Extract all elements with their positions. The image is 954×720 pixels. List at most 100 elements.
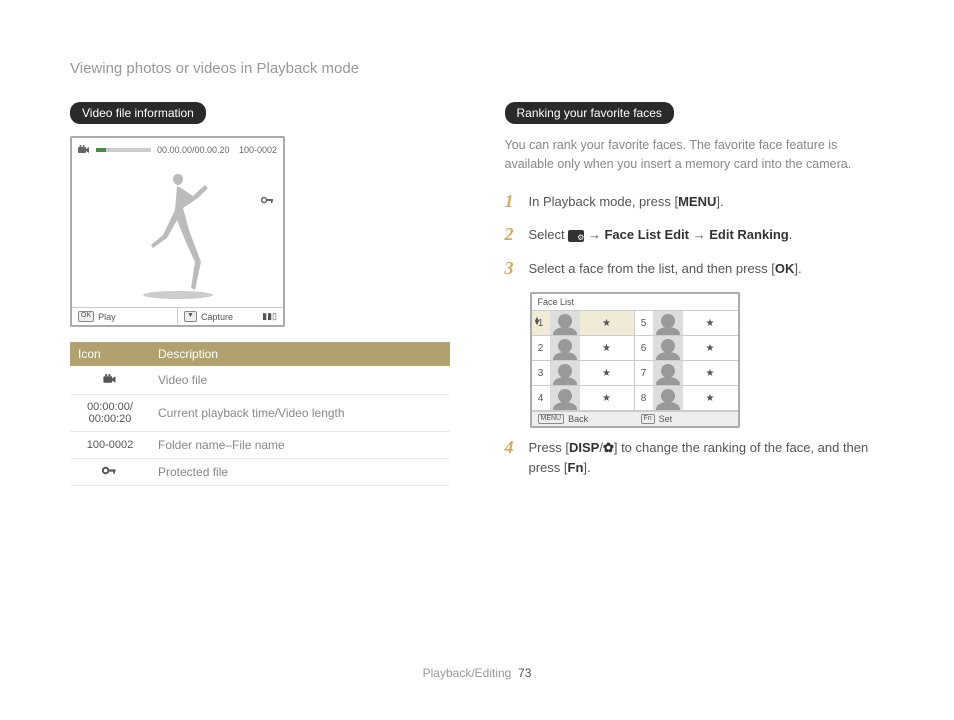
face-list-edit-label: Face List Edit	[604, 227, 689, 242]
star-icon: ★	[683, 368, 738, 379]
face-thumbnail	[550, 311, 580, 335]
updown-arrows-icon: ▲▼	[534, 318, 541, 328]
step-text: Select a face from the list, and then pr…	[529, 261, 775, 276]
step-text: ].	[583, 460, 590, 475]
dancer-figure	[133, 170, 223, 300]
menu-chip: MENU	[538, 414, 565, 424]
step-number: 1	[505, 192, 519, 210]
face-number: 7	[635, 368, 653, 379]
battery-icon: ▮▮▯	[262, 311, 277, 322]
table-row: Protected file	[70, 459, 450, 486]
face-number: 5	[635, 318, 653, 329]
section-pill-video-info: Video file information	[70, 102, 206, 124]
face-thumbnail	[653, 361, 683, 385]
macro-icon: ✿	[603, 440, 614, 455]
face-number: 6	[635, 343, 653, 354]
step-text: .	[789, 227, 793, 242]
face-thumbnail	[550, 336, 580, 360]
menu-button-label: MENU	[678, 194, 716, 209]
step-3: 3 Select a face from the list, and then …	[505, 259, 885, 279]
back-area: MENUBack	[532, 412, 635, 426]
face-list-item: 4★	[532, 386, 635, 411]
step-2: 2 Select → Face List Edit → Edit Ranking…	[505, 225, 885, 245]
star-icon: ★	[683, 343, 738, 354]
key-lock-icon	[261, 192, 275, 208]
step-number: 3	[505, 259, 519, 277]
star-icon: ★	[580, 318, 634, 329]
step-text: In Playback mode, press [	[529, 194, 679, 209]
right-column: Ranking your favorite faces You can rank…	[505, 102, 885, 491]
capture-button-area: ▼ Capture ▮▮▯	[178, 308, 283, 325]
page-footer: Playback/Editing 73	[0, 666, 954, 680]
ok-chip: OK	[78, 311, 94, 321]
step-text: ].	[794, 261, 801, 276]
page-number: 73	[518, 666, 531, 680]
row-desc: Current playback time/Video length	[150, 395, 450, 432]
set-area: Fn Set	[635, 412, 738, 426]
face-number: 3	[532, 368, 550, 379]
step-1: 1 In Playback mode, press [MENU].	[505, 192, 885, 212]
face-list-item: 5★	[635, 311, 738, 336]
page-header: Viewing photos or videos in Playback mod…	[70, 60, 884, 77]
face-number: 8	[635, 393, 653, 404]
face-thumbnail	[550, 361, 580, 385]
face-thumbnail	[653, 311, 683, 335]
ok-button-label: OK	[775, 261, 795, 276]
table-row: 100-0002 Folder name–File name	[70, 432, 450, 459]
set-label: Set	[659, 414, 673, 424]
icon-description-table: Icon Description Video file 00:00:00/ 00…	[70, 342, 450, 486]
row-desc: Folder name–File name	[150, 432, 450, 459]
edit-ranking-label: Edit Ranking	[709, 227, 788, 242]
star-icon: ★	[580, 343, 634, 354]
settings-icon	[568, 230, 584, 242]
star-icon: ★	[580, 368, 634, 379]
face-thumbnail	[653, 336, 683, 360]
key-icon	[102, 467, 118, 479]
face-list-item: 7★	[635, 361, 738, 386]
video-file-icon	[103, 372, 117, 388]
step-number: 4	[505, 438, 519, 456]
step-text: Select	[529, 227, 569, 242]
face-list-item: ▲▼ 1 ★	[532, 311, 635, 336]
file-text: 100-0002	[239, 145, 277, 155]
row-icon: 100-0002	[70, 432, 150, 459]
row-icon: 00:00:00/ 00:00:20	[70, 395, 150, 432]
video-icon	[78, 142, 90, 158]
face-thumbnail	[550, 386, 580, 410]
left-column: Video file information 00.00.00/00.00.20…	[70, 102, 450, 491]
step-number: 2	[505, 225, 519, 243]
face-list-panel: Face List ▲▼ 1 ★ 5★ 2★ 6★ 3★ 7★	[530, 292, 740, 428]
row-desc: Video file	[150, 366, 450, 395]
intro-paragraph: You can rank your favorite faces. The fa…	[505, 136, 885, 174]
face-list-item: 8★	[635, 386, 738, 411]
video-preview-panel: 00.00.00/00.00.20 100-0002 OK Play	[70, 136, 285, 327]
table-row: Video file	[70, 366, 450, 395]
progress-bar	[96, 148, 151, 152]
face-list-item: 2★	[532, 336, 635, 361]
time-text: 00.00.00/00.00.20	[157, 145, 230, 155]
face-thumbnail	[653, 386, 683, 410]
face-list-header: Face List	[532, 294, 738, 311]
face-list-item: 6★	[635, 336, 738, 361]
face-number: 2	[532, 343, 550, 354]
star-icon: ★	[683, 318, 738, 329]
fn-chip: Fn	[641, 414, 655, 424]
down-chip: ▼	[184, 311, 197, 321]
disp-button-label: DISP	[569, 440, 599, 455]
step-text: ].	[716, 194, 723, 209]
face-number: 4	[532, 393, 550, 404]
face-list-item: 3★	[532, 361, 635, 386]
play-button-area: OK Play	[72, 308, 178, 325]
star-icon: ★	[683, 393, 738, 404]
th-desc: Description	[150, 342, 450, 366]
arrow: →	[689, 227, 709, 242]
back-label: Back	[568, 414, 588, 424]
fn-button-label: Fn	[568, 460, 584, 475]
step-4: 4 Press [DISP/✿] to change the ranking o…	[505, 438, 885, 477]
row-desc: Protected file	[150, 459, 450, 486]
star-icon: ★	[580, 393, 634, 404]
step-text: Press [	[529, 440, 569, 455]
arrow: →	[584, 227, 604, 242]
play-label: Play	[98, 312, 116, 322]
capture-label: Capture	[201, 312, 233, 322]
